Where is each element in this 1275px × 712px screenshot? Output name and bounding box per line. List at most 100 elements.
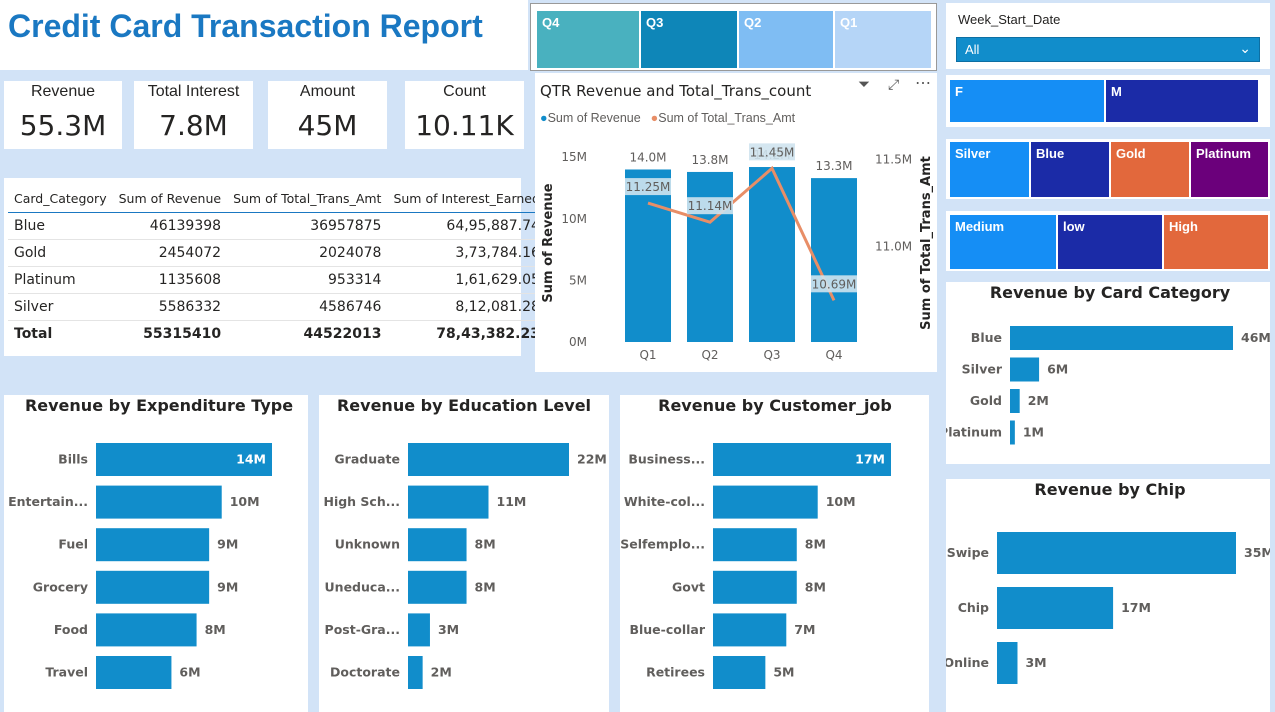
data-label: 10M bbox=[230, 494, 260, 509]
data-label: 13.3M bbox=[815, 159, 852, 173]
card-category-slicer[interactable]: Silver Blue Gold Platinum bbox=[946, 139, 1270, 199]
data-label: 8M bbox=[475, 579, 496, 594]
data-label: 17M bbox=[855, 452, 885, 467]
revenue-by-education-chart[interactable]: Revenue by Education Level Graduate 22M Hig… bbox=[319, 395, 609, 712]
bar[interactable] bbox=[713, 570, 797, 604]
kpi-value: 45M bbox=[297, 109, 358, 142]
category-label: Platinum bbox=[946, 425, 1002, 440]
category-label: Gold bbox=[970, 393, 1002, 408]
bar[interactable] bbox=[1010, 389, 1020, 413]
line-data-label: 11.14M bbox=[688, 199, 733, 213]
table-cell: 5586332 bbox=[112, 293, 228, 321]
y-axis-title: Sum of Revenue bbox=[541, 183, 556, 302]
y2-tick-label: 11.0M bbox=[875, 240, 912, 254]
slicer-tile-platinum[interactable]: Platinum bbox=[1191, 142, 1268, 197]
chart-title: Revenue by Card Category bbox=[990, 283, 1231, 302]
gender-slicer-tiles: FM bbox=[950, 80, 1258, 122]
education-svg: Revenue by Education Level Graduate 22M Hig… bbox=[323, 396, 607, 689]
revenue-by-card-category-chart[interactable]: Revenue by Card Category Blue 46M Silver 6M G… bbox=[939, 282, 1271, 464]
category-label: Entertain... bbox=[8, 494, 88, 509]
column-header[interactable]: Sum of Total_Trans_Amt bbox=[227, 178, 388, 213]
bar[interactable] bbox=[997, 642, 1018, 684]
data-label: 3M bbox=[1025, 655, 1046, 670]
week-dropdown[interactable]: All ⌄ bbox=[956, 37, 1260, 62]
category-label: Post-Gra... bbox=[325, 622, 400, 637]
bar[interactable] bbox=[997, 587, 1114, 629]
bar[interactable] bbox=[96, 656, 172, 689]
data-label: 5M bbox=[773, 665, 794, 680]
income-slicer[interactable]: Medium low High bbox=[946, 211, 1270, 271]
bar[interactable] bbox=[713, 656, 766, 689]
trend-line[interactable] bbox=[647, 165, 836, 301]
slicer-tile-q2[interactable]: Q2 bbox=[739, 11, 835, 68]
bar[interactable] bbox=[408, 570, 467, 604]
data-label: 14.0M bbox=[629, 150, 666, 164]
slicer-tile-f[interactable]: F bbox=[950, 80, 1106, 122]
bar[interactable] bbox=[997, 532, 1236, 574]
bar[interactable] bbox=[408, 443, 569, 476]
chart-title: Revenue by Customer_job bbox=[658, 396, 892, 415]
combo-chart-svg: 0M 5M 10M 15M 11.0M 11.5M Sum of Revenue Sum of… bbox=[541, 143, 934, 362]
category-label: Doctorate bbox=[330, 665, 400, 680]
bar[interactable] bbox=[96, 570, 210, 604]
bar[interactable] bbox=[408, 528, 467, 562]
bar[interactable] bbox=[1010, 326, 1233, 350]
bar[interactable] bbox=[96, 613, 197, 647]
bar[interactable] bbox=[713, 613, 787, 647]
column-header[interactable]: Card_Category bbox=[8, 178, 113, 213]
slicer-tile-m[interactable]: M bbox=[1106, 80, 1258, 122]
gender-slicer[interactable]: FM bbox=[946, 75, 1270, 127]
slicer-tile-blue[interactable]: Blue bbox=[1031, 142, 1111, 197]
data-label: 35M bbox=[1244, 545, 1270, 560]
slicer-tile-gold[interactable]: Gold bbox=[1111, 142, 1191, 197]
data-label: 9M bbox=[217, 579, 238, 594]
slicer-tile-low[interactable]: low bbox=[1058, 215, 1164, 269]
bar[interactable] bbox=[811, 178, 857, 342]
slicer-tile-q3[interactable]: Q3 bbox=[641, 11, 739, 68]
week-start-date-slicer[interactable]: Week_Start_Date All ⌄ bbox=[946, 3, 1270, 69]
table-cell: 36957875 bbox=[227, 212, 388, 240]
bar[interactable] bbox=[96, 485, 222, 519]
qtr-combo-chart[interactable]: QTR Revenue and Total_Trans_count ⏷ ⤢ ⋯ … bbox=[535, 73, 937, 372]
y-tick-label: 15M bbox=[561, 150, 587, 164]
bar[interactable] bbox=[749, 167, 795, 342]
matrix-table: Card_Category Sum of Revenue Sum of Total_… bbox=[8, 178, 546, 347]
dropdown-value: All bbox=[965, 42, 980, 57]
bar[interactable] bbox=[408, 656, 423, 689]
bar[interactable] bbox=[625, 169, 671, 342]
data-label: 13.8M bbox=[691, 153, 728, 167]
slicer-tile-silver[interactable]: Silver bbox=[950, 142, 1031, 197]
revenue-by-customer-job-chart[interactable]: Revenue by Customer_job Business... 17M Whi… bbox=[620, 395, 929, 712]
revenue-by-expenditure-chart[interactable]: Revenue by Expenditure Type Bills 14M Enter… bbox=[4, 395, 308, 712]
slicer-tile-q1[interactable]: Q1 bbox=[835, 11, 931, 68]
table-cell: 1135608 bbox=[112, 266, 228, 294]
bar[interactable] bbox=[713, 528, 797, 562]
table-cell: 46139398 bbox=[112, 212, 228, 240]
bar[interactable] bbox=[408, 613, 430, 647]
revenue-by-chip-chart[interactable]: Revenue by Chip Swipe 35M Chip 17M Online 3M bbox=[944, 479, 1274, 712]
column-header[interactable]: Sum of Interest_Earned bbox=[387, 178, 546, 213]
category-label: White-col... bbox=[624, 494, 705, 509]
card-category-matrix[interactable]: Card_Category Sum of Revenue Sum of Total_… bbox=[4, 178, 546, 356]
category-label: High Sch... bbox=[323, 494, 400, 509]
bar[interactable] bbox=[1010, 420, 1015, 445]
bar[interactable] bbox=[408, 485, 489, 519]
bar[interactable] bbox=[713, 485, 818, 519]
bar[interactable] bbox=[96, 528, 210, 562]
kpi-label: Count bbox=[443, 83, 486, 100]
data-label: 8M bbox=[805, 537, 826, 552]
column-header[interactable]: Sum of Revenue bbox=[112, 178, 228, 213]
kpi-value: 55.3M bbox=[19, 109, 107, 142]
slicer-tile-medium[interactable]: Medium bbox=[950, 215, 1058, 269]
kpi-label: Amount bbox=[299, 83, 356, 100]
table-cell: 78,43,382.23 bbox=[387, 319, 546, 347]
table-cell: Blue bbox=[8, 212, 113, 240]
quarter-slicer[interactable]: Q4 Q3 Q2 Q1 bbox=[530, 3, 937, 71]
data-label: 2M bbox=[1028, 393, 1049, 408]
data-label: 22M bbox=[577, 452, 607, 467]
category-label: Blue-collar bbox=[629, 622, 705, 637]
slicer-tile-q4[interactable]: Q4 bbox=[537, 11, 641, 68]
card-category-slicer-tiles: Silver Blue Gold Platinum bbox=[950, 142, 1268, 197]
slicer-tile-high[interactable]: High bbox=[1164, 215, 1268, 269]
bar[interactable] bbox=[1010, 357, 1040, 382]
